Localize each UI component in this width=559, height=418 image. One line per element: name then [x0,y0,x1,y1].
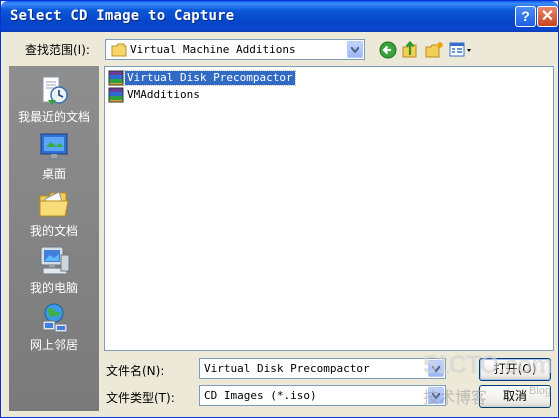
filename-value: Virtual Disk Precompactor [204,362,370,375]
chevron-down-icon[interactable] [428,360,444,377]
recent-documents-icon [42,76,68,105]
window-title: Select CD Image to Capture [10,8,235,24]
new-folder-icon[interactable] [425,41,444,59]
cancel-button[interactable]: 取消 [479,385,551,408]
desktop-icon [40,133,68,160]
dialog-window: Select CD Image to Capture ? ✕ 查找范围(I): … [0,0,559,418]
place-label: 我最近的文档 [17,110,90,124]
title-bar[interactable]: Select CD Image to Capture ? ✕ [1,1,558,32]
help-button[interactable]: ? [515,6,536,27]
filetype-label: 文件类型(T): [106,391,175,405]
file-name: VMAdditions [127,88,200,101]
disk-image-icon [108,87,124,103]
place-label: 我的文档 [29,224,78,238]
place-my-documents[interactable]: 我的文档 [9,188,99,239]
file-name: Virtual Disk Precompactor [124,70,296,86]
filetype-dropdown[interactable]: CD Images (*.iso) [199,385,446,406]
file-list[interactable]: Virtual Disk Precompactor VMAdditions [104,66,554,351]
disk-image-icon [108,70,124,86]
network-places-icon [42,303,68,333]
place-label: 桌面 [41,167,66,181]
look-in-value: Virtual Machine Additions [130,43,296,56]
view-menu-icon[interactable] [449,41,473,59]
place-label: 我的电脑 [29,281,78,295]
place-my-computer[interactable]: 我的电脑 [9,245,99,296]
back-icon[interactable] [379,41,397,59]
place-network-places[interactable]: 网上邻居 [9,302,99,353]
open-button[interactable]: 打开(O) [479,358,551,381]
places-bar: 我最近的文档 桌面 我的文档 我的电脑 网上邻居 [9,66,99,411]
chevron-down-icon[interactable] [428,387,444,404]
look-in-label: 查找范围(I): [25,43,90,57]
filetype-value: CD Images (*.iso) [204,389,317,402]
place-recent-documents[interactable]: 我最近的文档 [9,74,99,125]
chevron-down-icon[interactable] [347,41,363,58]
folder-icon [111,43,127,57]
close-button[interactable]: ✕ [537,6,558,27]
look-in-dropdown[interactable]: Virtual Machine Additions [105,39,365,60]
my-documents-icon [39,191,69,217]
filename-input[interactable]: Virtual Disk Precompactor [199,358,446,379]
place-desktop[interactable]: 桌面 [9,131,99,182]
filename-label: 文件名(N): [106,364,165,378]
up-folder-icon[interactable] [401,41,419,59]
my-computer-icon [40,246,70,275]
place-label: 网上邻居 [29,338,78,352]
